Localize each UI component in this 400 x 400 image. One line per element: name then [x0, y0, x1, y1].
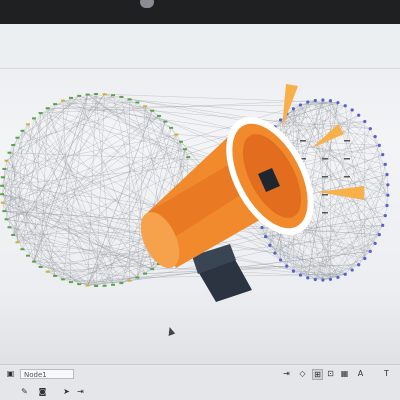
megaphone-illustration	[140, 84, 364, 302]
photo-scene: ▣ Node1 ✎ ◙ ➤ ⇥ ⇥ ◇ ⊞ ⊡ ▦ A T	[0, 0, 400, 400]
sound-ray	[312, 124, 344, 148]
sound-ray	[318, 186, 364, 200]
sound-ray	[282, 84, 298, 128]
